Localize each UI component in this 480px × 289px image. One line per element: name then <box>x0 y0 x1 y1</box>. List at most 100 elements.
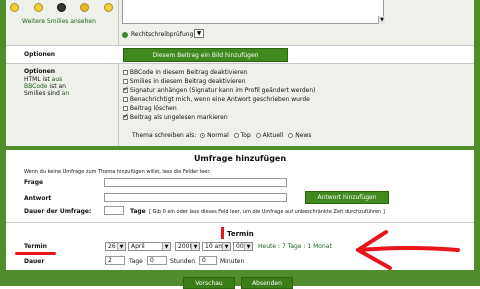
annotation-arrow-icon <box>356 230 460 270</box>
radio-label: Top <box>240 132 251 139</box>
smiley-icon[interactable] <box>57 3 66 12</box>
option-checkboxes: BBCode in diesem Beitrag deaktivieren Sm… <box>123 69 315 123</box>
checkbox-mark-unread[interactable] <box>123 112 129 120</box>
day-select[interactable]: 26 ▼ <box>105 242 126 251</box>
poll-duration-input[interactable] <box>104 206 124 215</box>
termin-heading: Termin <box>227 230 254 238</box>
smiley-icon[interactable] <box>34 3 43 12</box>
chevron-down-icon[interactable]: ▼ <box>194 29 204 38</box>
one-month-link[interactable]: 1 Monat <box>307 243 331 250</box>
checkbox-row[interactable]: Beitrag löschen <box>123 105 315 114</box>
poll-duration-label: Dauer der Umfrage: <box>24 208 92 215</box>
checkbox-label: Beitrag löschen <box>129 105 177 112</box>
more-smilies-link[interactable]: Weitere Smilies ansehen <box>22 18 96 26</box>
preview-button[interactable]: Vorschau <box>183 277 235 289</box>
checkbox-label: Beitrag als ungelesen markieren <box>129 114 228 121</box>
html-status-link[interactable]: aus <box>52 76 63 83</box>
chevron-down-icon: ▼ <box>222 243 230 250</box>
checkbox-row[interactable]: Signatur anhängen (Signatur kann im Prof… <box>123 85 316 96</box>
poll-hint: Wenn du keine Umfrage zum Thema hinzufüg… <box>24 169 211 175</box>
month-value: April <box>131 243 145 250</box>
radio-news[interactable] <box>288 133 294 138</box>
divider <box>118 0 119 45</box>
radio-normal[interactable] <box>200 133 206 138</box>
year-select[interactable]: 2008 ▼ <box>175 242 200 251</box>
html-status-label: HTML ist <box>24 76 50 83</box>
termin-label: Termin <box>24 243 47 250</box>
checkbox-label: Signatur anhängen (Signatur kann im Prof… <box>129 87 316 94</box>
checkbox-delete-post[interactable] <box>123 106 128 111</box>
poll-answer-input[interactable] <box>104 193 287 202</box>
duration-minutes-input[interactable]: 0 <box>199 256 217 265</box>
chevron-down-icon: ▼ <box>117 243 125 250</box>
hour-select[interactable]: 10 am ▼ <box>202 242 231 251</box>
radio-label: News <box>295 132 312 139</box>
duration-minutes-unit: Minuten <box>220 258 245 265</box>
radio-label: Aktuell <box>262 132 284 139</box>
radio-aktuell[interactable] <box>255 133 261 138</box>
checkbox-disable-bbcode[interactable] <box>123 70 128 75</box>
message-textarea[interactable] <box>122 0 384 24</box>
poll-duration-hint: [ Gib 0 ein oder lass dieses Feld leer, … <box>149 209 385 215</box>
seven-days-link[interactable]: 7 Tage <box>282 243 302 250</box>
poll-question-label: Frage <box>24 179 44 186</box>
scroll-down-icon[interactable]: ▼ <box>378 16 385 24</box>
checkbox-attach-signature[interactable] <box>123 85 129 93</box>
bbcode-status-state: ist an <box>49 83 66 90</box>
options-bar-label: Optionen <box>24 51 56 58</box>
quick-date-links: Heute : 7 Tage : 1 Monat <box>258 243 332 251</box>
month-select[interactable]: April ▼ <box>128 242 171 251</box>
duration-hours-input[interactable]: 0 <box>147 256 167 265</box>
annotation-mark <box>221 227 224 239</box>
checkbox-row[interactable]: Beitrag als ungelesen markieren <box>123 112 315 123</box>
submit-button[interactable]: Absenden <box>241 277 293 289</box>
spellcheck-link[interactable]: Rechtschreibprüfung <box>131 31 193 39</box>
smilies-status-label: Smilies sind <box>24 90 60 97</box>
checkbox-label: Smilies in diesem Beitrag deaktivieren <box>129 78 246 85</box>
radio-label: Normal <box>207 132 229 139</box>
topic-type-row: Thema schreiben als: Normal Top Aktuell … <box>132 132 311 140</box>
separator: : <box>303 243 306 250</box>
checkbox-row[interactable]: BBCode in diesem Beitrag deaktivieren <box>123 69 315 78</box>
separator: : <box>277 243 281 250</box>
poll-answer-label: Antwort <box>24 195 52 202</box>
divider <box>6 45 474 46</box>
poll-heading: Umfrage hinzufügen <box>193 154 287 163</box>
duration-label: Dauer <box>24 258 45 265</box>
minute-value: 00 <box>236 243 244 250</box>
page-frame-right <box>474 0 480 286</box>
checkbox-label: Benachrichtigt mich, wenn eine Antwort g… <box>129 96 310 103</box>
smilies-status-link[interactable]: an <box>62 90 69 97</box>
smiley-icon[interactable] <box>80 3 89 12</box>
chevron-down-icon: ▼ <box>162 243 170 250</box>
section-separator <box>0 146 480 150</box>
checkbox-notify-reply[interactable] <box>123 97 128 102</box>
options-title: Optionen <box>24 68 56 75</box>
chevron-down-icon: ▼ <box>244 243 252 250</box>
add-answer-button[interactable]: Antwort hinzufügen <box>305 191 389 204</box>
checkbox-row[interactable]: Smilies in diesem Beitrag deaktivieren <box>123 78 315 87</box>
divider <box>6 222 474 223</box>
topic-type-label: Thema schreiben als: <box>132 132 197 139</box>
poll-question-input[interactable] <box>104 178 287 187</box>
smiley-icon[interactable] <box>10 3 19 12</box>
checkbox-row[interactable]: Benachrichtigt mich, wenn eine Antwort g… <box>123 96 315 105</box>
chevron-down-icon: ▼ <box>191 243 199 250</box>
checkbox-disable-smilies[interactable] <box>123 79 128 84</box>
annotation-underline <box>15 252 56 255</box>
smilies-status: Smilies sind an <box>24 90 69 98</box>
add-image-button[interactable]: Diesem Beitrag ein Bild hinzufügen <box>123 48 288 62</box>
spellcheck-icon <box>122 32 128 38</box>
poll-duration-unit: Tage <box>130 208 146 215</box>
duration-days-unit: Tage <box>129 258 143 265</box>
duration-days-input[interactable]: 2 <box>105 256 125 265</box>
day-value: 26 <box>108 243 116 250</box>
checkbox-label: BBCode in diesem Beitrag deaktivieren <box>129 69 248 76</box>
bbcode-status-link[interactable]: BBCode <box>24 83 48 90</box>
smiley-icon[interactable] <box>104 3 113 12</box>
radio-top[interactable] <box>233 133 239 138</box>
today-link[interactable]: Heute <box>258 243 276 250</box>
duration-hours-unit: Stunden <box>170 258 196 265</box>
divider <box>118 64 119 146</box>
minute-select[interactable]: 00 ▼ <box>233 242 253 251</box>
